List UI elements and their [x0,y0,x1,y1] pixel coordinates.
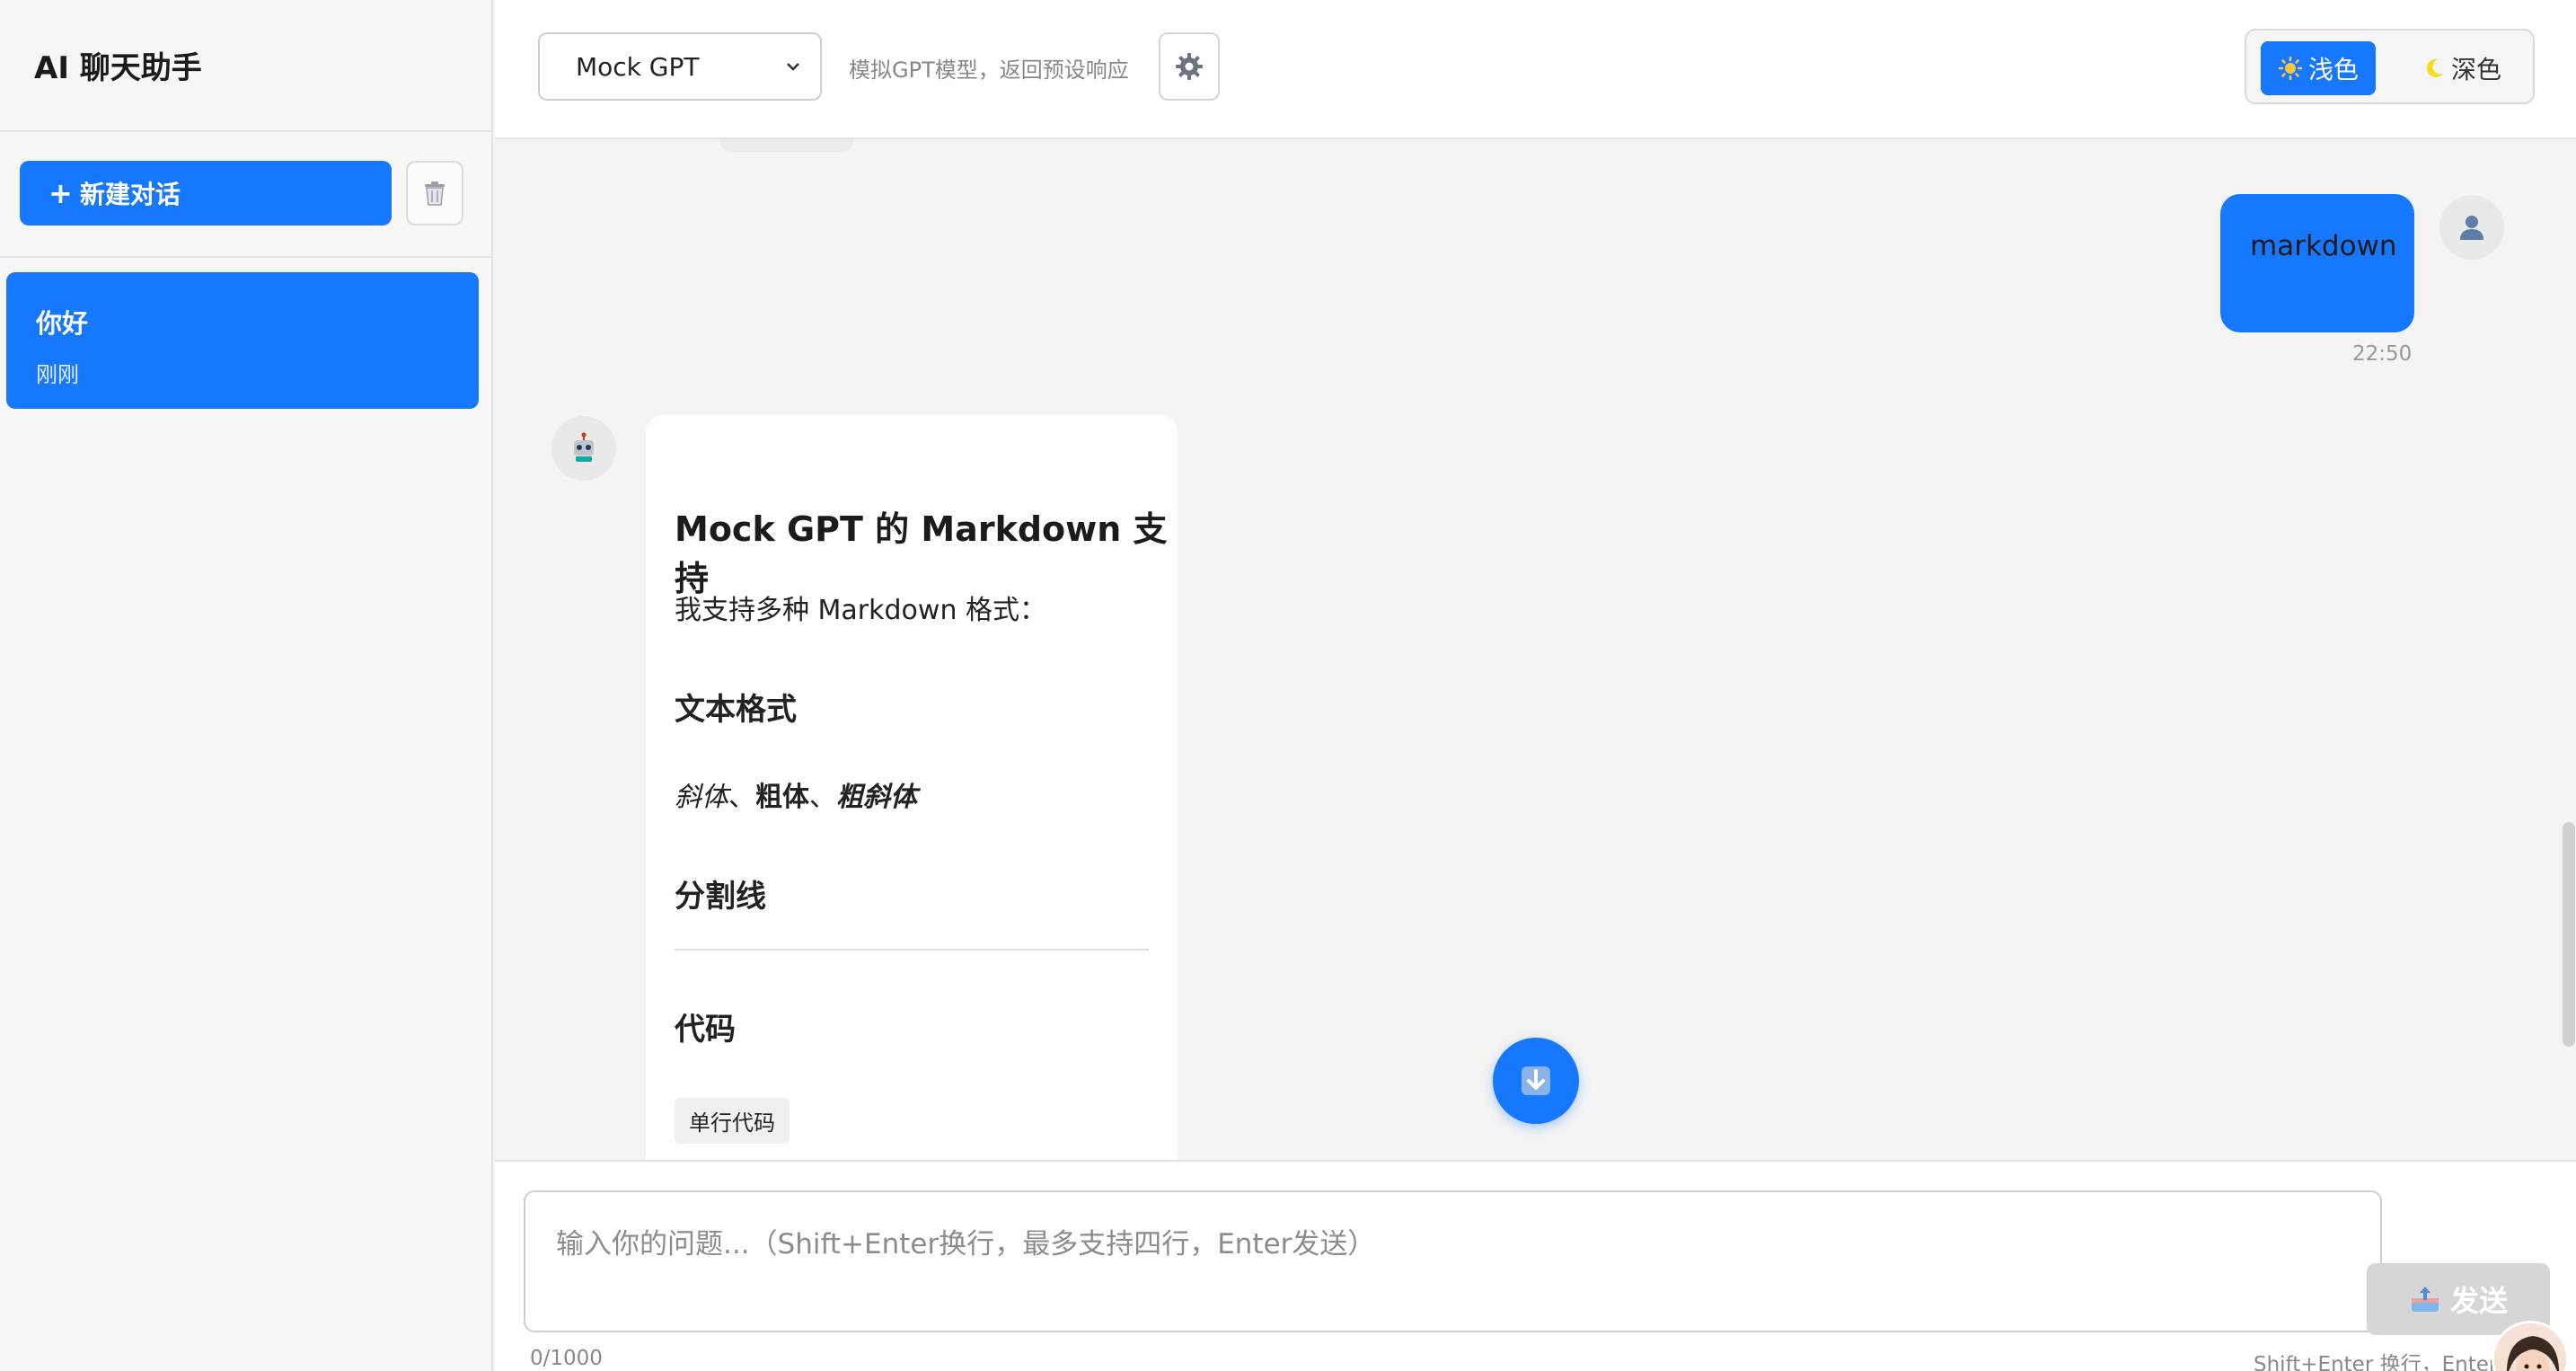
markdown-format-line: 斜体、粗体、粗斜体 [675,774,917,814]
previous-message-edge [719,139,854,152]
user-icon [2460,216,2483,240]
separator: 、 [728,782,755,813]
theme-switch: 浅色 深色 [2245,29,2535,104]
new-chat-button[interactable]: + 新建对话 [20,161,392,226]
conversation-title: 你好 [36,308,89,339]
sidebar-header: AI 聊天助手 [0,0,491,132]
theme-light-button[interactable]: 浅色 [2261,41,2376,95]
user-message-bubble: markdown [2220,194,2414,332]
markdown-inline-code: 单行代码 [675,1098,790,1144]
markdown-heading-text-format: 文本格式 [675,692,797,728]
theme-light-label: 浅色 [2307,55,2359,84]
markdown-paragraph: 我支持多种 Markdown 格式： [675,595,1046,626]
new-chat-label: 新建对话 [79,180,181,209]
chevron-down-icon [787,63,799,71]
bot-avatar [551,416,616,481]
sidebar-actions: + 新建对话 [0,132,491,258]
user-message-text: markdown [2250,230,2397,262]
markdown-horizontal-rule [675,949,1149,951]
scroll-to-bottom-button[interactable] [1493,1038,1579,1124]
theme-dark-button[interactable]: 深色 [2404,41,2519,95]
separator: 、 [809,782,836,813]
robot-icon [574,432,594,462]
chat-scrollbar[interactable] [2563,822,2575,1047]
theme-dark-label: 深色 [2450,55,2501,84]
input-area: 输入你的问题...（Shift+Enter换行，最多支持四行，Enter发送） … [495,1160,2576,1371]
sidebar: AI 聊天助手 + 新建对话 你好 刚刚 [0,0,493,1371]
settings-button[interactable] [1159,32,1220,101]
conversation-time: 刚刚 [36,362,79,387]
markdown-heading-divider: 分割线 [675,879,766,915]
model-select[interactable]: Mock GPT [538,32,822,101]
user-avatar [2439,195,2504,260]
plus-icon: + [49,176,73,210]
model-description: 模拟GPT模型，返回预设响应 [849,57,1129,83]
bold-italic-text: 粗斜体 [836,782,917,813]
app-title: AI 聊天助手 [34,50,202,86]
message-input[interactable]: 输入你的问题...（Shift+Enter换行，最多支持四行，Enter发送） [524,1190,2382,1332]
sun-icon [2278,56,2303,81]
bold-text: 粗体 [755,782,809,813]
send-icon [2411,1287,2439,1312]
user-message-time: 22:50 [2352,342,2413,366]
message-input-placeholder: 输入你的问题...（Shift+Enter换行，最多支持四行，Enter发送） [556,1228,1376,1260]
gear-icon [1176,53,1203,80]
markdown-heading-1: Mock GPT 的 Markdown 支持 [675,509,1168,598]
italic-text: 斜体 [675,782,728,813]
trash-icon [425,181,445,206]
markdown-heading-code: 代码 [675,1012,736,1048]
char-count: 0/1000 [530,1347,603,1370]
conversation-item-active[interactable]: 你好 刚刚 [6,272,479,409]
chat-header: Mock GPT 模拟GPT模型，返回预设响应 浅色 深色 [495,0,2576,139]
send-label: 发送 [2449,1284,2508,1318]
clear-conversations-button[interactable] [406,161,463,226]
arrow-down-icon [1522,1066,1550,1095]
input-hint: Shift+Enter 换行，Enter [2254,1353,2498,1371]
bot-message-bubble: Mock GPT 的 Markdown 支持 我支持多种 Markdown 格式… [646,415,1178,1188]
model-select-value: Mock GPT [576,51,700,82]
moon-icon [2427,58,2443,77]
chat-messages[interactable]: markdown 22:50 Mock GPT 的 Markdown 支持 我支… [495,139,2576,1188]
